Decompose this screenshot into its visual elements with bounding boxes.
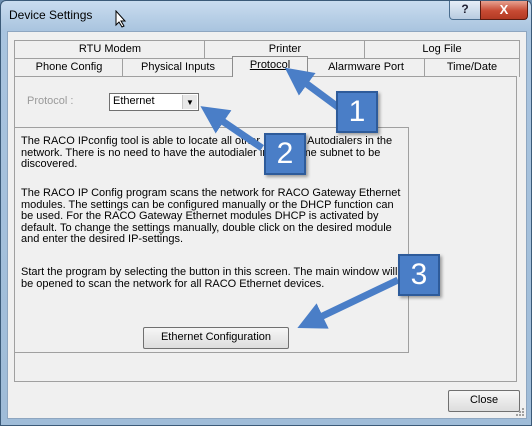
callout-badge-3: 3 [398, 254, 440, 296]
callout-3-arrow [297, 276, 400, 329]
annotation-arrows [200, 67, 400, 329]
callout-badge-1: 1 [336, 91, 378, 133]
callout-badge-2: 2 [264, 133, 306, 175]
callout-2-arrow [200, 106, 264, 151]
